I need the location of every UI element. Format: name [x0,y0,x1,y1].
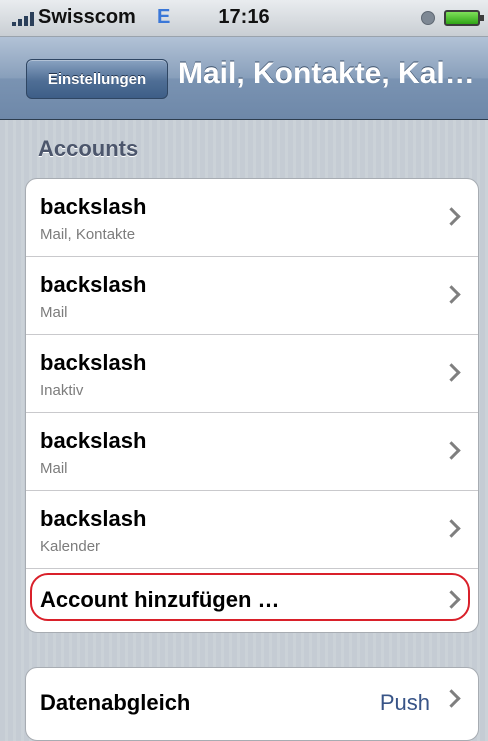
fetch-label: Datenabgleich [40,690,191,715]
account-name: backslash [40,194,147,219]
accounts-list: backslash Mail, Kontakte backslash Mail … [25,178,479,633]
chevron-right-icon [442,441,461,460]
back-button[interactable]: Einstellungen [26,59,168,99]
fetch-new-data-row[interactable]: Datenabgleich Push [26,668,478,731]
account-row[interactable]: backslash Mail [26,257,478,335]
fetch-value: Push [379,690,430,715]
account-name: backslash [40,428,147,453]
chevron-right-icon [442,519,461,538]
page-title: Mail, Kontakte, Kal… [178,57,475,90]
chevron-right-icon [442,689,461,708]
account-name: backslash [40,350,147,375]
chevron-right-icon [442,363,461,382]
account-detail: Mail [40,304,68,321]
status-time: 17:16 [218,6,270,28]
account-detail: Mail, Kontakte [40,226,136,243]
navigation-bar: Einstellungen Mail, Kontakte, Kal… [0,37,488,120]
accounts-section-header: Accounts [38,136,139,161]
status-bar: Swisscom E 17:16 [0,0,488,37]
chevron-right-icon [442,590,461,609]
account-row[interactable]: backslash Kalender [26,491,478,569]
account-row[interactable]: backslash Mail [26,413,478,491]
add-account-label: Account hinzufügen … [40,587,280,612]
sync-settings-group: Datenabgleich Push [25,667,479,741]
account-detail: Kalender [40,538,101,555]
account-detail: Inaktiv [40,382,84,399]
account-row[interactable]: backslash Inaktiv [26,335,478,413]
add-account-button[interactable]: Account hinzufügen … [26,569,478,632]
account-name: backslash [40,272,147,297]
clock-icon [421,11,435,25]
chevron-right-icon [442,285,461,304]
battery-icon [444,10,484,26]
account-name: backslash [40,506,147,531]
account-row[interactable]: backslash Mail, Kontakte [26,179,478,257]
account-detail: Mail [40,460,68,477]
chevron-right-icon [442,207,461,226]
back-button-label: Einstellungen [47,70,147,88]
